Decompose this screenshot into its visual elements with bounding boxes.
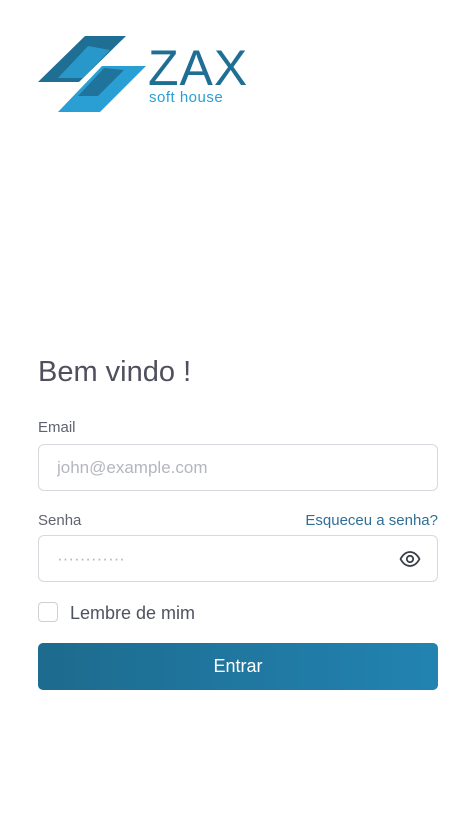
email-input[interactable] (57, 445, 387, 490)
eye-icon[interactable] (399, 549, 421, 569)
zax-logo-mark (38, 36, 146, 112)
forgot-password-link[interactable]: Esqueceu a senha? (305, 512, 438, 530)
brand-tagline: soft house (149, 89, 224, 106)
password-field-container (38, 535, 438, 582)
remember-me-checkbox[interactable] (38, 602, 58, 622)
email-label: Email (38, 419, 76, 436)
password-label: Senha (38, 512, 82, 529)
welcome-heading: Bem vindo ! (38, 356, 192, 388)
login-button[interactable]: Entrar (38, 643, 438, 690)
remember-me-label: Lembre de mim (70, 603, 196, 623)
password-input[interactable] (57, 536, 387, 581)
email-field-container (38, 444, 438, 491)
zax-logo: ZAX soft house (38, 36, 253, 114)
brand-name: ZAX (148, 40, 249, 96)
